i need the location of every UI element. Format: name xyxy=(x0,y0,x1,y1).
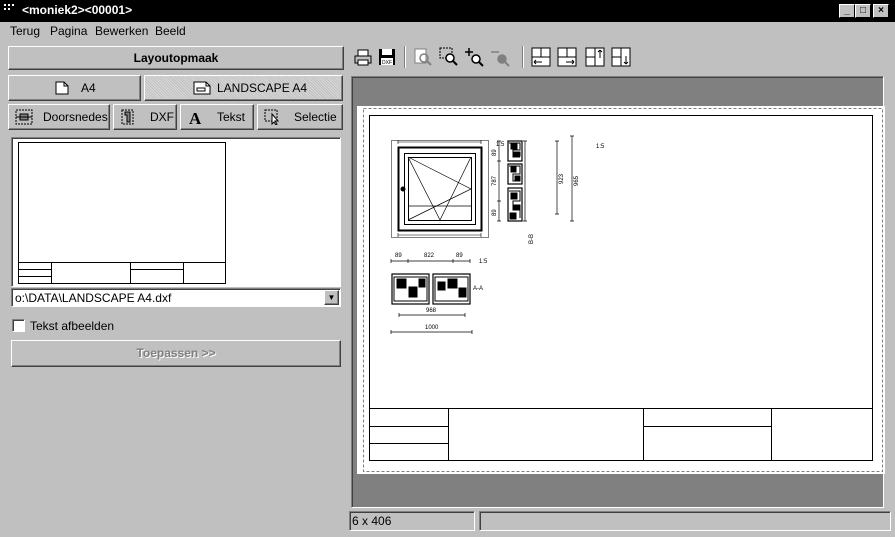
layout-header: Layoutopmaak xyxy=(8,46,344,70)
toolbar-separator xyxy=(522,46,524,68)
svg-text:DXF: DXF xyxy=(382,60,392,66)
dim-89-right: 89 xyxy=(456,253,463,259)
layout-preview xyxy=(11,137,341,287)
menu-terug[interactable]: Terug xyxy=(10,24,40,38)
align-top-icon xyxy=(585,47,605,67)
zoom-in-icon xyxy=(465,48,484,67)
align-bottom-button[interactable] xyxy=(610,46,632,68)
dim-89-top: 89 xyxy=(492,149,498,156)
zoom-window-button[interactable] xyxy=(438,46,460,68)
app-menu-icon[interactable] xyxy=(4,4,16,14)
tekst-label: Tekst xyxy=(217,110,246,124)
section-label-a: A-A xyxy=(473,286,483,292)
dim-822: 822 xyxy=(424,253,435,259)
tab-landscape-a4[interactable]: LANDSCAPE A4 xyxy=(144,75,343,101)
align-right-button[interactable] xyxy=(556,46,578,68)
dim-787: 787 xyxy=(492,175,498,186)
zoom-page-icon xyxy=(414,48,432,66)
window-title: <moniek2><00001> xyxy=(22,3,133,17)
selectie-label: Selectie xyxy=(294,110,337,124)
scale-label-3: 1:5 xyxy=(479,259,488,265)
menu-beeld[interactable]: Beeld xyxy=(155,24,186,38)
text-icon: A xyxy=(189,109,202,125)
zoom-in-button[interactable] xyxy=(464,46,486,68)
preview-title-block xyxy=(19,262,225,283)
save-dxf-icon: DXF xyxy=(379,49,395,66)
file-path-combobox[interactable]: o:\DATA\LANDSCAPE A4.dxf ▼ xyxy=(11,288,341,307)
align-bottom-icon xyxy=(611,47,631,67)
dim-89-bottom: 89 xyxy=(492,209,498,216)
status-coordinates: 6 x 406 xyxy=(349,511,475,531)
zoom-page-button[interactable] xyxy=(412,46,434,68)
tekst-button[interactable]: A Tekst xyxy=(180,104,254,130)
svg-text:A: A xyxy=(189,109,202,125)
doorsnedes-button[interactable]: Doorsnedes xyxy=(8,104,110,130)
layout-panel: Layoutopmaak A4 LANDSCAPE A4 Doorsnedes … xyxy=(0,42,347,537)
dxf-profile-icon xyxy=(121,109,134,125)
tab-landscape-a4-label: LANDSCAPE A4 xyxy=(217,81,308,95)
align-top-button[interactable] xyxy=(584,46,606,68)
align-left-button[interactable] xyxy=(530,46,552,68)
status-message xyxy=(479,511,891,531)
drawing-sheet: 89 787 89 1:5 923 965 1:5 B-B 89 822 89 … xyxy=(357,106,885,474)
section-icon xyxy=(15,109,33,125)
layout-canvas[interactable]: 89 787 89 1:5 923 965 1:5 B-B 89 822 89 … xyxy=(351,76,885,508)
align-right-icon xyxy=(557,47,577,67)
section-label-b: B-B xyxy=(529,234,535,244)
zoom-out-button[interactable] xyxy=(490,46,512,68)
dim-89-left: 89 xyxy=(395,253,402,259)
toolbar: DXF xyxy=(350,42,895,72)
dim-1000: 1000 xyxy=(425,325,439,331)
align-left-icon xyxy=(531,47,551,67)
scale-label-2: 1:5 xyxy=(596,144,605,150)
close-button[interactable]: × xyxy=(873,4,889,18)
menu-pagina[interactable]: Pagina xyxy=(50,24,87,38)
page-portrait-icon xyxy=(55,81,69,95)
save-dxf-button[interactable]: DXF xyxy=(376,46,398,68)
drawing: 89 787 89 1:5 923 965 1:5 B-B 89 822 89 … xyxy=(363,108,883,472)
horizontal-section xyxy=(390,259,473,334)
status-bar: 6 x 406 xyxy=(347,510,895,537)
tekst-afbeelden-label[interactable]: Tekst afbeelden xyxy=(30,319,114,333)
page-landscape-icon xyxy=(193,81,211,95)
tekst-afbeelden-checkbox[interactable] xyxy=(12,319,25,332)
dim-968: 968 xyxy=(426,308,437,314)
print-icon xyxy=(354,49,372,66)
dxf-label: DXF xyxy=(150,110,174,124)
file-path-value: o:\DATA\LANDSCAPE A4.dxf xyxy=(15,291,172,305)
dim-965: 965 xyxy=(574,175,580,186)
selection-cursor-icon xyxy=(264,109,280,125)
window-elevation xyxy=(391,140,489,238)
scale-label: 1:5 xyxy=(496,142,505,148)
chevron-down-icon[interactable]: ▼ xyxy=(324,290,339,305)
apply-button[interactable]: Toepassen >> xyxy=(11,340,341,367)
doorsnedes-label: Doorsnedes xyxy=(43,110,108,124)
dim-923: 923 xyxy=(559,173,565,184)
minimize-button[interactable]: _ xyxy=(839,4,855,18)
title-bar: <moniek2><00001> _ □ × xyxy=(0,0,895,22)
maximize-button[interactable]: □ xyxy=(855,4,871,18)
zoom-window-icon xyxy=(439,47,458,66)
print-button[interactable] xyxy=(352,46,374,68)
menu-bewerken[interactable]: Bewerken xyxy=(95,24,148,38)
menu-bar: Terug Pagina Bewerken Beeld xyxy=(0,22,895,40)
zoom-out-icon xyxy=(491,51,510,67)
dxf-button[interactable]: DXF xyxy=(113,104,177,130)
toolbar-separator xyxy=(404,46,406,68)
title-block xyxy=(369,408,873,461)
selectie-button[interactable]: Selectie xyxy=(257,104,343,130)
preview-page xyxy=(18,142,226,284)
tab-a4[interactable]: A4 xyxy=(8,75,141,101)
tab-a4-label: A4 xyxy=(81,81,96,95)
